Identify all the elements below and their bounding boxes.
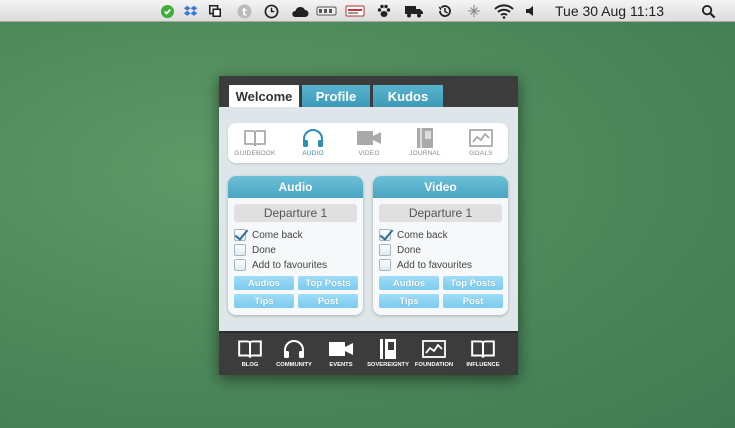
menu-clock[interactable]: Tue 30 Aug 11:13 [555, 3, 664, 19]
post-button[interactable]: Post [443, 294, 503, 308]
tab-kudos[interactable]: Kudos [373, 85, 443, 107]
spotlight-icon[interactable] [700, 3, 716, 19]
top-posts-button[interactable]: Top Posts [298, 276, 358, 290]
checkbox[interactable] [234, 229, 246, 241]
twitter-icon[interactable]: t [236, 3, 252, 19]
nav-foundation[interactable]: FOUNDATION [409, 338, 459, 374]
option-done[interactable]: Done [234, 243, 276, 257]
audio-panel: Audio Departure 1 Come back Done Add to … [228, 176, 363, 315]
audios-button[interactable]: Audios [234, 276, 294, 290]
media-label: AUDIO [302, 150, 324, 157]
nav-label: FOUNDATION [414, 362, 454, 368]
bottom-nav: BLOG COMMUNITY EVENTS SOVEREIGNTY FOUNDA… [219, 331, 518, 375]
option-come-back[interactable]: Come back [379, 228, 448, 242]
tab-welcome[interactable]: Welcome [229, 85, 299, 107]
media-audio[interactable]: AUDIO [286, 128, 340, 160]
journal-icon [412, 128, 438, 148]
option-add-to-favourites[interactable]: Add to favourites [379, 258, 472, 272]
option-label: Come back [397, 229, 448, 241]
option-add-to-favourites[interactable]: Add to favourites [234, 258, 327, 272]
nav-label: COMMUNITY [276, 362, 312, 368]
cloud-icon[interactable] [291, 3, 309, 19]
option-label: Come back [252, 229, 303, 241]
option-done[interactable]: Done [379, 243, 421, 257]
book-icon [237, 338, 263, 360]
book-icon [470, 338, 496, 360]
nav-label: SOVEREIGNTY [367, 362, 409, 368]
option-come-back[interactable]: Come back [234, 228, 303, 242]
nav-events[interactable]: EVENTS [316, 338, 366, 374]
media-label: VIDEO [358, 150, 380, 157]
battery-meter-icon[interactable] [316, 3, 338, 19]
svg-text:t: t [242, 6, 247, 18]
top-posts-button[interactable]: Top Posts [443, 276, 503, 290]
option-label: Done [397, 244, 421, 256]
nav-label: EVENTS [329, 362, 353, 368]
media-goals[interactable]: GOALS [454, 128, 508, 160]
checkbox[interactable] [379, 259, 391, 271]
journal-icon [375, 338, 401, 360]
tab-bar: Welcome Profile Kudos [219, 76, 518, 107]
bluetooth-icon[interactable] [466, 3, 482, 19]
tips-button[interactable]: Tips [379, 294, 439, 308]
headphones-icon [281, 338, 307, 360]
checkbox[interactable] [234, 259, 246, 271]
nav-label: INFLUENCE [466, 362, 500, 368]
media-journal[interactable]: JOURNAL [398, 128, 452, 160]
media-label: GOALS [469, 150, 493, 157]
time-machine-icon[interactable] [437, 3, 453, 19]
nav-label: BLOG [241, 362, 259, 368]
video-camera-icon [328, 338, 354, 360]
wifi-icon[interactable] [494, 3, 514, 19]
chart-icon [468, 128, 494, 148]
tab-profile[interactable]: Profile [302, 85, 370, 107]
paw-icon[interactable] [376, 3, 392, 19]
media-video[interactable]: VIDEO [342, 128, 396, 160]
headphones-icon [300, 128, 326, 148]
checkbox[interactable] [379, 229, 391, 241]
menu-bar: t Tue 30 Aug 11:13 [0, 0, 735, 22]
nav-sovereignty[interactable]: SOVEREIGNTY [363, 338, 413, 374]
nav-influence[interactable]: INFLUENCE [458, 338, 508, 374]
option-label: Add to favourites [397, 259, 473, 271]
option-label: Add to favourites [252, 259, 328, 271]
checkbox[interactable] [379, 244, 391, 256]
media-label: GUIDEBOOK [234, 150, 276, 157]
panel-title: Audio [228, 176, 363, 198]
tips-button[interactable]: Tips [234, 294, 294, 308]
episode-title[interactable]: Departure 1 [379, 204, 502, 222]
panel-title: Video [373, 176, 508, 198]
crop-icon[interactable] [207, 3, 223, 19]
episode-title[interactable]: Departure 1 [234, 204, 357, 222]
nav-community[interactable]: COMMUNITY [269, 338, 319, 374]
welcome-content: GUIDEBOOK AUDIO VIDEO JOURNAL GOALS Audi… [219, 107, 518, 331]
post-button[interactable]: Post [298, 294, 358, 308]
nav-blog[interactable]: BLOG [225, 338, 275, 374]
audios-button[interactable]: Audios [379, 276, 439, 290]
chart-icon [421, 338, 447, 360]
media-selector: GUIDEBOOK AUDIO VIDEO JOURNAL GOALS [228, 123, 508, 163]
mail-icon[interactable] [345, 3, 365, 19]
checkbox[interactable] [234, 244, 246, 256]
clock-icon[interactable] [263, 3, 279, 19]
book-icon [242, 128, 268, 148]
evernote-icon[interactable] [159, 3, 175, 19]
media-label: JOURNAL [409, 150, 441, 157]
option-label: Done [252, 244, 276, 256]
volume-icon[interactable] [523, 3, 539, 19]
media-guidebook[interactable]: GUIDEBOOK [228, 128, 282, 160]
truck-icon[interactable] [404, 3, 424, 19]
video-camera-icon [356, 128, 382, 148]
dashboard-widget: Welcome Profile Kudos GUIDEBOOK AUDIO VI… [219, 76, 518, 375]
video-panel: Video Departure 1 Come back Done Add to … [373, 176, 508, 315]
dropbox-icon[interactable] [182, 3, 198, 19]
